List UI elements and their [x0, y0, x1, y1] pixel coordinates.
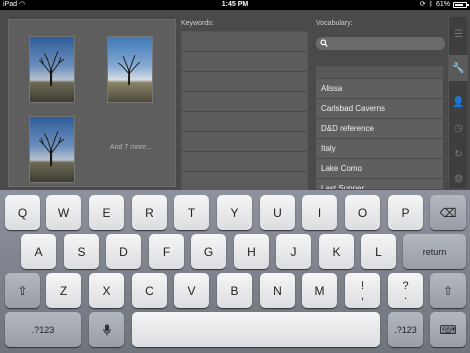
status-bar: iPad ◠ 1:45 PM ⟳ ᛒ 61% [0, 0, 470, 10]
battery-percent: 61% [435, 1, 450, 8]
vocabulary-row[interactable]: Carlsbad Caverns [316, 99, 443, 119]
key-c[interactable]: C [132, 273, 167, 308]
shift-key-left[interactable]: ⇧ [5, 273, 40, 308]
vocabulary-row[interactable]: Alissa [316, 79, 443, 99]
keywords-label: Keywords: [181, 20, 214, 27]
vocabulary-panel: Vocabulary: Alissa Carlsbad Caverns D&D … [316, 19, 445, 189]
key-u[interactable]: U [260, 195, 295, 230]
vocabulary-list[interactable]: Alissa Carlsbad Caverns D&D reference It… [316, 66, 443, 189]
key-v[interactable]: V [174, 273, 209, 308]
key-j[interactable]: J [276, 234, 311, 269]
key-i[interactable]: I [302, 195, 337, 230]
key-k[interactable]: K [319, 234, 354, 269]
keyword-row[interactable] [182, 92, 307, 112]
photo-thumbnail[interactable] [107, 36, 153, 103]
numbers-key-left[interactable]: .?123 [5, 312, 81, 347]
key-m[interactable]: M [302, 273, 337, 308]
key-bottom-glyph: , [360, 289, 365, 302]
key-n[interactable]: N [260, 273, 295, 308]
globe-icon[interactable]: ◍ [449, 165, 468, 191]
vocabulary-row[interactable]: Lake Como [316, 159, 443, 179]
key-w[interactable]: W [46, 195, 81, 230]
keywords-panel: Keywords: [181, 19, 312, 193]
vocabulary-search-input[interactable] [316, 37, 445, 50]
vocabulary-label: Vocabulary: [316, 20, 353, 27]
clock: 1:45 PM [221, 1, 249, 8]
photo-thumbnail[interactable] [29, 116, 75, 183]
key-y[interactable]: Y [217, 195, 252, 230]
keyword-row[interactable] [182, 152, 307, 172]
search-icon [320, 39, 328, 48]
key-b[interactable]: B [217, 273, 252, 308]
app-area: And 7 more... Keywords: Vocabulary: Alis… [0, 10, 470, 193]
numbers-key-right[interactable]: .?123 [388, 312, 423, 347]
bluetooth-icon: ᛒ [428, 1, 433, 8]
keywords-list[interactable] [181, 31, 308, 193]
wrench-icon[interactable]: 🔧 [449, 55, 468, 81]
keyword-row[interactable] [182, 132, 307, 152]
key-bottom-glyph: . [403, 289, 408, 302]
selected-photos-panel: And 7 more... [8, 19, 176, 187]
key-z[interactable]: Z [46, 273, 81, 308]
vocabulary-row[interactable]: D&D reference [316, 119, 443, 139]
more-photos-label: And 7 more... [109, 144, 153, 151]
key-o[interactable]: O [345, 195, 380, 230]
key-top-glyph: ? [402, 279, 409, 292]
key-t[interactable]: T [174, 195, 209, 230]
keyword-row[interactable] [182, 32, 307, 52]
vocabulary-row[interactable]: Last Supper [316, 179, 443, 189]
key-p[interactable]: P [388, 195, 423, 230]
status-right: ⟳ ᛒ 61% [419, 0, 469, 10]
key-a[interactable]: A [21, 234, 56, 269]
onscreen-keyboard: Q W E R T Y U I O P ⌫ A S D F G H J K L … [0, 190, 470, 353]
backspace-key[interactable]: ⌫ [430, 195, 466, 230]
shift-key-right[interactable]: ⇧ [430, 273, 466, 308]
clock-icon[interactable]: ◷ [449, 115, 468, 141]
key-l[interactable]: L [361, 234, 396, 269]
vocabulary-row[interactable]: Italy [316, 139, 443, 159]
key-e[interactable]: E [89, 195, 124, 230]
orientation-lock-icon: ⟳ [419, 1, 426, 8]
menu-icon[interactable]: ☰ [449, 21, 468, 47]
key-question-period[interactable]: ? . [388, 273, 423, 308]
key-g[interactable]: G [191, 234, 226, 269]
vocabulary-row[interactable] [316, 67, 443, 79]
person-icon[interactable]: 👤 [449, 89, 468, 115]
keyword-row[interactable] [182, 112, 307, 132]
keyword-row[interactable] [182, 52, 307, 72]
battery-icon [453, 2, 469, 8]
keyword-row[interactable] [182, 172, 307, 192]
key-h[interactable]: H [234, 234, 269, 269]
key-exclamation-comma[interactable]: ! , [345, 273, 380, 308]
dismiss-keyboard-icon[interactable]: ⌨ [430, 312, 466, 347]
key-s[interactable]: S [64, 234, 99, 269]
key-f[interactable]: F [149, 234, 184, 269]
key-top-glyph: ! [360, 279, 365, 292]
space-bar[interactable] [132, 312, 380, 347]
keyword-row[interactable] [182, 72, 307, 92]
photo-thumbnail[interactable] [29, 36, 75, 103]
key-q[interactable]: Q [5, 195, 40, 230]
tool-sidebar: ☰ 🔧 👤 ◷ ↻ ◍ [448, 17, 468, 191]
sync-icon[interactable]: ↻ [449, 141, 468, 167]
return-key[interactable]: return [403, 234, 466, 269]
microphone-icon[interactable] [89, 312, 124, 347]
key-d[interactable]: D [106, 234, 141, 269]
key-r[interactable]: R [132, 195, 167, 230]
mic-glyph [102, 324, 111, 335]
key-x[interactable]: X [89, 273, 124, 308]
